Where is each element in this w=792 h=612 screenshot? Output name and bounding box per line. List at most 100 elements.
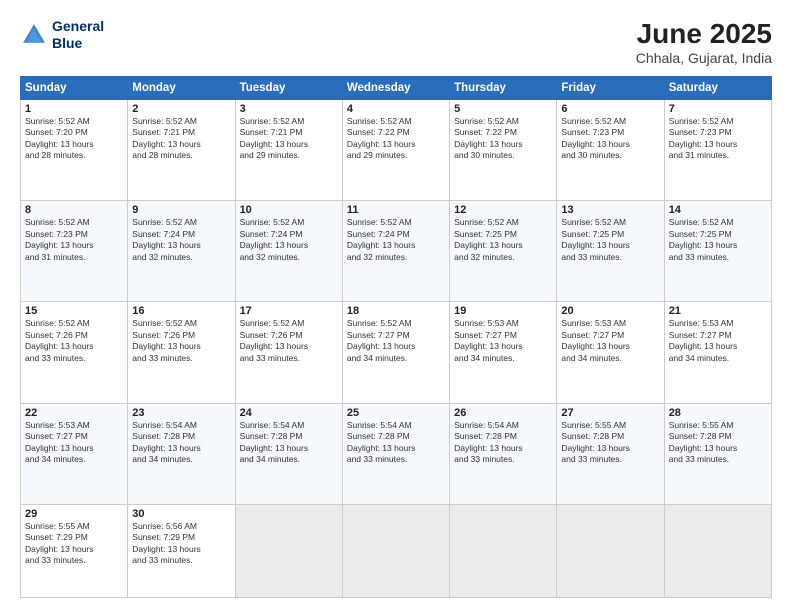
calendar-cell: 27Sunrise: 5:55 AM Sunset: 7:28 PM Dayli…	[557, 403, 664, 504]
day-number: 13	[561, 204, 659, 216]
day-number: 29	[25, 508, 123, 520]
cell-info: Sunrise: 5:52 AM Sunset: 7:25 PM Dayligh…	[454, 217, 552, 263]
calendar-cell: 19Sunrise: 5:53 AM Sunset: 7:27 PM Dayli…	[450, 302, 557, 403]
col-sunday: Sunday	[21, 77, 128, 100]
calendar-cell	[664, 504, 771, 597]
calendar-cell: 21Sunrise: 5:53 AM Sunset: 7:27 PM Dayli…	[664, 302, 771, 403]
cell-info: Sunrise: 5:52 AM Sunset: 7:21 PM Dayligh…	[240, 116, 338, 162]
cell-info: Sunrise: 5:52 AM Sunset: 7:23 PM Dayligh…	[561, 116, 659, 162]
calendar-cell: 29Sunrise: 5:55 AM Sunset: 7:29 PM Dayli…	[21, 504, 128, 597]
calendar-cell: 25Sunrise: 5:54 AM Sunset: 7:28 PM Dayli…	[342, 403, 449, 504]
cell-info: Sunrise: 5:52 AM Sunset: 7:25 PM Dayligh…	[561, 217, 659, 263]
calendar-cell: 2Sunrise: 5:52 AM Sunset: 7:21 PM Daylig…	[128, 100, 235, 201]
col-tuesday: Tuesday	[235, 77, 342, 100]
calendar-cell: 23Sunrise: 5:54 AM Sunset: 7:28 PM Dayli…	[128, 403, 235, 504]
day-number: 25	[347, 407, 445, 419]
day-number: 23	[132, 407, 230, 419]
col-thursday: Thursday	[450, 77, 557, 100]
calendar-cell: 11Sunrise: 5:52 AM Sunset: 7:24 PM Dayli…	[342, 201, 449, 302]
calendar-cell: 1Sunrise: 5:52 AM Sunset: 7:20 PM Daylig…	[21, 100, 128, 201]
subtitle: Chhala, Gujarat, India	[636, 50, 772, 66]
cell-info: Sunrise: 5:52 AM Sunset: 7:21 PM Dayligh…	[132, 116, 230, 162]
cell-info: Sunrise: 5:53 AM Sunset: 7:27 PM Dayligh…	[454, 318, 552, 364]
calendar-cell: 5Sunrise: 5:52 AM Sunset: 7:22 PM Daylig…	[450, 100, 557, 201]
day-number: 17	[240, 305, 338, 317]
day-number: 8	[25, 204, 123, 216]
col-saturday: Saturday	[664, 77, 771, 100]
cell-info: Sunrise: 5:52 AM Sunset: 7:23 PM Dayligh…	[25, 217, 123, 263]
calendar-cell: 3Sunrise: 5:52 AM Sunset: 7:21 PM Daylig…	[235, 100, 342, 201]
day-number: 1	[25, 103, 123, 115]
cell-info: Sunrise: 5:53 AM Sunset: 7:27 PM Dayligh…	[561, 318, 659, 364]
calendar-cell	[450, 504, 557, 597]
calendar-cell	[342, 504, 449, 597]
day-number: 9	[132, 204, 230, 216]
cell-info: Sunrise: 5:54 AM Sunset: 7:28 PM Dayligh…	[454, 420, 552, 466]
cell-info: Sunrise: 5:52 AM Sunset: 7:22 PM Dayligh…	[347, 116, 445, 162]
calendar-header-row: Sunday Monday Tuesday Wednesday Thursday…	[21, 77, 772, 100]
cell-info: Sunrise: 5:53 AM Sunset: 7:27 PM Dayligh…	[669, 318, 767, 364]
cell-info: Sunrise: 5:52 AM Sunset: 7:24 PM Dayligh…	[347, 217, 445, 263]
calendar-cell: 12Sunrise: 5:52 AM Sunset: 7:25 PM Dayli…	[450, 201, 557, 302]
day-number: 7	[669, 103, 767, 115]
day-number: 18	[347, 305, 445, 317]
cell-info: Sunrise: 5:52 AM Sunset: 7:24 PM Dayligh…	[132, 217, 230, 263]
day-number: 11	[347, 204, 445, 216]
calendar-cell: 24Sunrise: 5:54 AM Sunset: 7:28 PM Dayli…	[235, 403, 342, 504]
day-number: 14	[669, 204, 767, 216]
main-title: June 2025	[636, 18, 772, 50]
cell-info: Sunrise: 5:52 AM Sunset: 7:24 PM Dayligh…	[240, 217, 338, 263]
cell-info: Sunrise: 5:52 AM Sunset: 7:26 PM Dayligh…	[25, 318, 123, 364]
calendar-cell	[235, 504, 342, 597]
day-number: 2	[132, 103, 230, 115]
day-number: 3	[240, 103, 338, 115]
calendar-cell: 15Sunrise: 5:52 AM Sunset: 7:26 PM Dayli…	[21, 302, 128, 403]
cell-info: Sunrise: 5:53 AM Sunset: 7:27 PM Dayligh…	[25, 420, 123, 466]
cell-info: Sunrise: 5:54 AM Sunset: 7:28 PM Dayligh…	[347, 420, 445, 466]
calendar-cell: 14Sunrise: 5:52 AM Sunset: 7:25 PM Dayli…	[664, 201, 771, 302]
calendar-cell: 9Sunrise: 5:52 AM Sunset: 7:24 PM Daylig…	[128, 201, 235, 302]
day-number: 4	[347, 103, 445, 115]
cell-info: Sunrise: 5:56 AM Sunset: 7:29 PM Dayligh…	[132, 521, 230, 567]
title-block: June 2025 Chhala, Gujarat, India	[636, 18, 772, 66]
header: General Blue June 2025 Chhala, Gujarat, …	[20, 18, 772, 66]
cell-info: Sunrise: 5:52 AM Sunset: 7:25 PM Dayligh…	[669, 217, 767, 263]
cell-info: Sunrise: 5:55 AM Sunset: 7:28 PM Dayligh…	[561, 420, 659, 466]
calendar-cell: 26Sunrise: 5:54 AM Sunset: 7:28 PM Dayli…	[450, 403, 557, 504]
calendar-cell	[557, 504, 664, 597]
calendar-week-2: 8Sunrise: 5:52 AM Sunset: 7:23 PM Daylig…	[21, 201, 772, 302]
calendar-week-1: 1Sunrise: 5:52 AM Sunset: 7:20 PM Daylig…	[21, 100, 772, 201]
col-wednesday: Wednesday	[342, 77, 449, 100]
logo: General Blue	[20, 18, 104, 52]
calendar-cell: 17Sunrise: 5:52 AM Sunset: 7:26 PM Dayli…	[235, 302, 342, 403]
calendar-week-3: 15Sunrise: 5:52 AM Sunset: 7:26 PM Dayli…	[21, 302, 772, 403]
day-number: 6	[561, 103, 659, 115]
day-number: 16	[132, 305, 230, 317]
calendar-cell: 18Sunrise: 5:52 AM Sunset: 7:27 PM Dayli…	[342, 302, 449, 403]
calendar-week-5: 29Sunrise: 5:55 AM Sunset: 7:29 PM Dayli…	[21, 504, 772, 597]
day-number: 22	[25, 407, 123, 419]
calendar-cell: 6Sunrise: 5:52 AM Sunset: 7:23 PM Daylig…	[557, 100, 664, 201]
day-number: 24	[240, 407, 338, 419]
logo-text: General Blue	[52, 18, 104, 52]
calendar-cell: 10Sunrise: 5:52 AM Sunset: 7:24 PM Dayli…	[235, 201, 342, 302]
cell-info: Sunrise: 5:55 AM Sunset: 7:29 PM Dayligh…	[25, 521, 123, 567]
logo-icon	[20, 21, 48, 49]
cell-info: Sunrise: 5:52 AM Sunset: 7:26 PM Dayligh…	[132, 318, 230, 364]
day-number: 12	[454, 204, 552, 216]
day-number: 28	[669, 407, 767, 419]
calendar-cell: 13Sunrise: 5:52 AM Sunset: 7:25 PM Dayli…	[557, 201, 664, 302]
calendar-cell: 28Sunrise: 5:55 AM Sunset: 7:28 PM Dayli…	[664, 403, 771, 504]
cell-info: Sunrise: 5:54 AM Sunset: 7:28 PM Dayligh…	[132, 420, 230, 466]
cell-info: Sunrise: 5:52 AM Sunset: 7:27 PM Dayligh…	[347, 318, 445, 364]
cell-info: Sunrise: 5:52 AM Sunset: 7:23 PM Dayligh…	[669, 116, 767, 162]
day-number: 10	[240, 204, 338, 216]
day-number: 20	[561, 305, 659, 317]
day-number: 30	[132, 508, 230, 520]
day-number: 5	[454, 103, 552, 115]
cell-info: Sunrise: 5:52 AM Sunset: 7:22 PM Dayligh…	[454, 116, 552, 162]
cell-info: Sunrise: 5:52 AM Sunset: 7:26 PM Dayligh…	[240, 318, 338, 364]
calendar-cell: 8Sunrise: 5:52 AM Sunset: 7:23 PM Daylig…	[21, 201, 128, 302]
calendar-cell: 7Sunrise: 5:52 AM Sunset: 7:23 PM Daylig…	[664, 100, 771, 201]
day-number: 15	[25, 305, 123, 317]
